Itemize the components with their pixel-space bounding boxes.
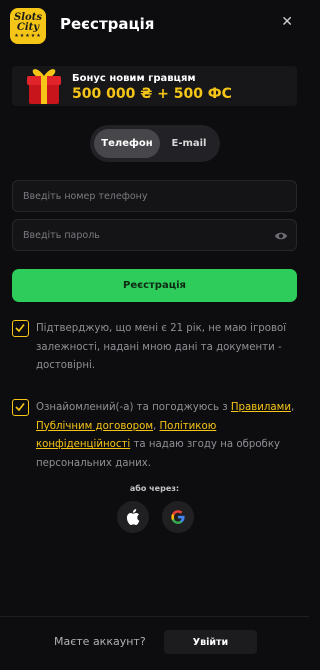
logo-text-bottom: City <box>16 22 40 33</box>
tab-phone[interactable]: Телефон <box>94 129 160 158</box>
password-field-wrapper <box>12 219 297 251</box>
google-login-button[interactable] <box>162 501 194 533</box>
bonus-value: 500 000 ₴ + 500 ФС <box>72 86 232 102</box>
age-consent-checkbox[interactable] <box>12 320 29 337</box>
page-title: Реєстрація <box>60 15 155 33</box>
register-button[interactable]: Реєстрація <box>12 269 297 302</box>
google-icon <box>171 510 185 524</box>
terms-consent-text: Ознайомлений(-а) та погоджуюсь з Правила… <box>36 399 296 473</box>
public-offer-link[interactable]: Публічним договором <box>36 421 153 432</box>
have-account-text: Маєте аккаунт? <box>54 635 146 648</box>
apple-login-button[interactable] <box>117 501 149 533</box>
auth-method-tabs: Телефон E-mail <box>90 125 220 162</box>
password-input[interactable] <box>13 220 296 250</box>
footer: Маєте аккаунт? Увійти <box>0 616 309 670</box>
header: Slots City ★★★★★ Реєстрація ✕ <box>0 0 309 50</box>
bonus-banner: Бонус новим гравцям 500 000 ₴ + 500 ФС <box>12 66 297 106</box>
social-login-label: або через: <box>129 484 180 493</box>
terms-text-prefix: Ознайомлений(-а) та погоджуюсь з <box>36 402 231 413</box>
gift-icon <box>27 69 61 104</box>
age-consent-text: Підтверджую, що мені є 21 рік, не маю іг… <box>36 323 287 371</box>
brand-logo: Slots City ★★★★★ <box>10 8 46 44</box>
logo-stars: ★★★★★ <box>14 33 42 39</box>
close-icon[interactable]: ✕ <box>281 14 293 30</box>
eye-icon[interactable] <box>274 229 288 243</box>
terms-separator: , <box>290 402 295 413</box>
apple-icon <box>126 509 140 525</box>
phone-field-wrapper <box>12 180 297 212</box>
check-icon <box>15 324 25 333</box>
terms-consent-checkbox[interactable] <box>12 399 29 416</box>
phone-input[interactable] <box>13 181 296 211</box>
check-icon <box>15 403 25 412</box>
tab-email[interactable]: E-mail <box>162 129 216 158</box>
bonus-label: Бонус новим гравцям <box>72 73 196 84</box>
rules-link[interactable]: Правилами <box>231 402 291 413</box>
login-button[interactable]: Увійти <box>164 630 257 654</box>
